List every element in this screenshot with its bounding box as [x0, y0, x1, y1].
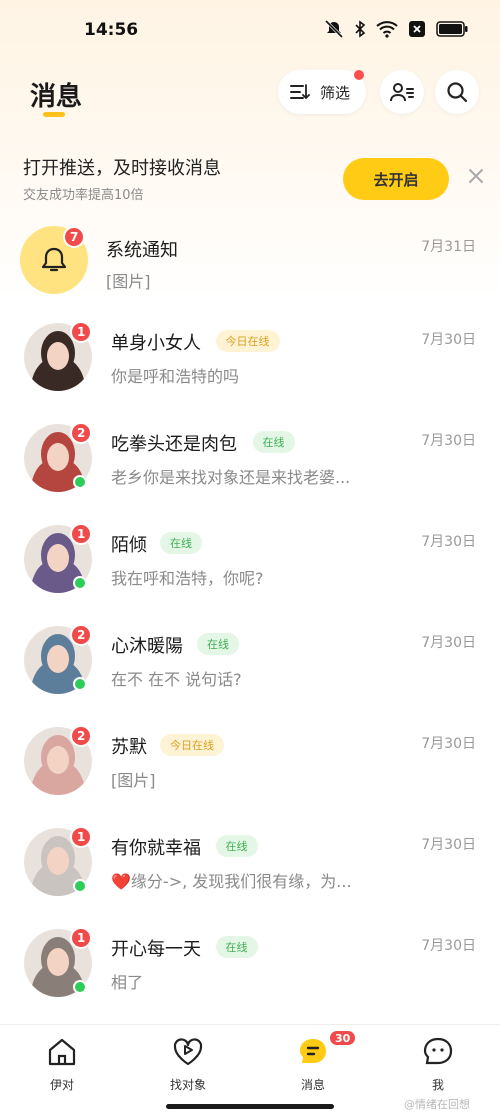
conversation-row[interactable]: 2 苏默 今日在线 [图片] 7月30日 — [0, 725, 500, 828]
status-time: 14:56 — [84, 20, 139, 40]
nav-item-messages[interactable]: 30 消息 — [268, 1029, 358, 1093]
online-status-tag: 在线 — [215, 936, 258, 958]
contacts-list-icon — [390, 83, 414, 102]
unread-badge: 2 — [70, 725, 93, 747]
conversation-preview-text: 相了 — [111, 973, 144, 992]
unread-badge: 1 — [70, 826, 93, 848]
page-title: 消息 — [30, 82, 83, 112]
conversation-date: 7月30日 — [421, 736, 476, 752]
conversation-name: 心沐暖陽 — [111, 636, 183, 657]
status-bar: 14:56 — [0, 0, 500, 62]
heart-play-icon — [173, 1038, 203, 1066]
profile-face-icon — [423, 1037, 453, 1065]
filter-button[interactable]: 筛选 — [278, 70, 366, 114]
unread-badge: 1 — [70, 321, 93, 343]
conversation-preview: ❤️缘分->, 发现我们很有缘，为... — [111, 868, 352, 892]
home-indicator[interactable] — [166, 1104, 334, 1109]
online-status-tag: 在线 — [197, 633, 239, 655]
search-icon — [447, 82, 468, 103]
online-indicator — [73, 576, 87, 590]
online-status-tag: 今日在线 — [160, 734, 224, 756]
conversation-name: 单身小女人 — [111, 333, 201, 354]
push-banner: 打开推送，及时接收消息 交友成功率提高10倍 去开启 — [0, 140, 500, 220]
conversation-date: 7月31日 — [421, 239, 476, 255]
nav-label: 找对象 — [169, 1078, 206, 1092]
system-notice-row[interactable]: 7 系统通知 [图片] 7月31日 — [0, 222, 500, 323]
conversation-date: 7月30日 — [421, 635, 476, 651]
bell-icon — [41, 247, 67, 272]
conversation-preview: 老乡你是来找对象还是来找老婆... — [111, 464, 350, 488]
conversation-preview: 在不 在不 说句话? — [111, 666, 242, 690]
conversation-preview: 你是呼和浩特的吗 — [111, 363, 239, 387]
conversation-date: 7月30日 — [421, 837, 476, 853]
filter-label: 筛选 — [320, 83, 351, 102]
conversation-row[interactable]: 1 开心每一天 在线相了 7月30日 — [0, 927, 500, 1030]
message-list: 7 系统通知 [图片] 7月31日 1 单身小女人 今日在线 你是呼和浩特的吗 7月30… — [0, 222, 500, 1030]
filter-notification-dot — [354, 70, 364, 80]
conversation-preview: [图片] — [106, 272, 151, 291]
nav-item-me[interactable]: 我 — [393, 1035, 483, 1093]
online-status-tag: 在线 — [252, 431, 295, 453]
conversation-name: 系统通知 — [106, 240, 178, 261]
unread-badge: 2 — [70, 624, 93, 646]
conversation-name: 苏默 — [111, 737, 147, 758]
conversation-row[interactable]: 1 有你就幸福 在线 ❤️缘分->, 发现我们很有缘，为... 7月30日 — [0, 826, 500, 929]
conversation-preview-text: 我在呼和浩特，你呢? — [111, 569, 264, 588]
conversation-date: 7月30日 — [421, 433, 476, 449]
push-banner-title: 打开推送，及时接收消息 — [23, 158, 221, 179]
unread-badge: 1 — [70, 523, 93, 545]
watermark: @情绪在回想 — [404, 1098, 470, 1111]
close-icon[interactable] — [466, 166, 486, 186]
home-icon — [48, 1038, 76, 1066]
nav-label: 消息 — [300, 1078, 325, 1092]
filter-icon — [290, 84, 310, 100]
conversation-name: 有你就幸福 — [111, 838, 201, 859]
online-status-tag: 在线 — [160, 532, 202, 554]
push-banner-subtitle: 交友成功率提高10倍 — [23, 188, 144, 203]
conversation-row[interactable]: 2 心沐暖陽 在线在不 在不 说句话? 7月30日 — [0, 624, 500, 727]
battery-icon — [436, 21, 468, 37]
sim-off-icon — [409, 21, 425, 37]
conversation-preview: 我在呼和浩特，你呢? — [111, 565, 264, 589]
online-indicator — [73, 879, 87, 893]
unread-badge: 2 — [70, 422, 93, 444]
enable-push-button[interactable]: 去开启 — [343, 158, 449, 200]
nav-label: 伊对 — [49, 1078, 74, 1092]
conversation-preview-text: [图片] — [111, 771, 156, 790]
conversation-name: 陌倾 — [111, 535, 147, 556]
conversation-date: 7月30日 — [421, 332, 476, 348]
conversation-preview: 相了 — [111, 969, 143, 993]
conversation-preview-text: 在不 在不 说句话? — [111, 670, 242, 689]
conversation-name: 开心每一天 — [111, 939, 201, 960]
conversation-name: 吃拳头还是肉包 — [111, 434, 237, 455]
bluetooth-icon — [355, 20, 366, 38]
conversation-preview-text: 老乡你是来找对象还是来找老婆... — [111, 468, 351, 487]
conversation-preview-text: 你是呼和浩特的吗 — [111, 367, 240, 386]
nav-item-home[interactable]: 伊对 — [17, 1035, 107, 1093]
nav-label: 我 — [431, 1078, 444, 1092]
message-icon — [300, 1039, 326, 1063]
conversation-row[interactable]: 1 陌倾 在线我在呼和浩特，你呢? 7月30日 — [0, 523, 500, 626]
conversation-preview: [图片] — [111, 767, 156, 791]
mute-bell-icon — [324, 20, 344, 38]
wifi-icon — [376, 21, 398, 38]
unread-badge: 1 — [70, 927, 93, 949]
online-indicator — [73, 475, 87, 489]
contacts-button[interactable] — [380, 70, 424, 114]
heart-emoji-icon: ❤️ — [111, 872, 131, 891]
nav-item-find-partner[interactable]: 找对象 — [143, 1035, 233, 1093]
online-status-tag: 今日在线 — [215, 330, 280, 352]
status-icons — [324, 20, 468, 38]
conversation-row[interactable]: 1 单身小女人 今日在线你是呼和浩特的吗 7月30日 — [0, 321, 500, 424]
title-underline — [43, 112, 65, 117]
conversation-preview-text: 缘分->, 发现我们很有缘，为... — [130, 872, 352, 891]
conversation-row[interactable]: 2 吃拳头还是肉包 在线老乡你是来找对象还是来找老婆... 7月30日 — [0, 422, 500, 525]
conversation-date: 7月30日 — [421, 534, 476, 550]
nav-badge: 30 — [328, 1029, 358, 1047]
conversation-date: 7月30日 — [421, 938, 476, 954]
online-status-tag: 在线 — [215, 835, 258, 857]
online-indicator — [73, 677, 87, 691]
online-indicator — [73, 980, 87, 994]
search-button[interactable] — [435, 70, 479, 114]
